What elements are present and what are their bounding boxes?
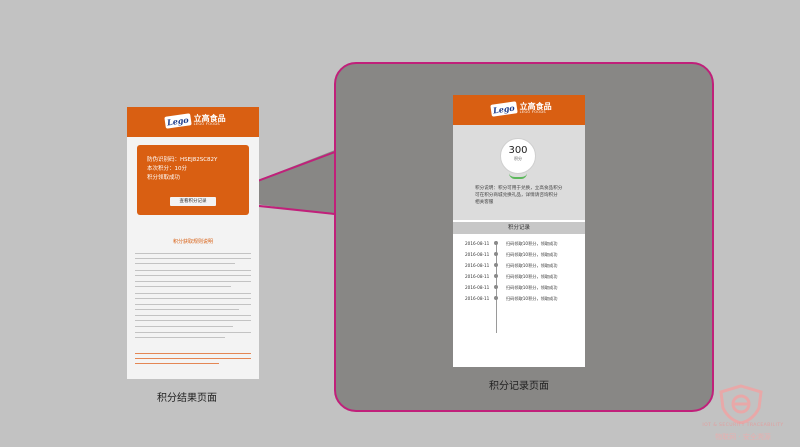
record-date: 2016-08-11 xyxy=(465,285,490,290)
record-description: 扫码领取10积分，领取成功 xyxy=(506,296,558,301)
timeline-dot xyxy=(494,296,498,300)
rules-title: 积分获取规则说明 xyxy=(172,239,213,245)
watermark-en: IOT & SECURITY TRACEABILITY xyxy=(702,423,784,428)
logo-mark: Lego xyxy=(164,113,192,129)
points-earned: 本次积分：10分 xyxy=(147,166,187,172)
brand-name-en: LEGO FOODS xyxy=(519,110,546,115)
record-date: 2016-08-11 xyxy=(465,274,490,279)
timeline-dot xyxy=(494,241,498,245)
claim-status: 积分领取成功 xyxy=(147,175,181,181)
points-unit: 积分 xyxy=(514,156,522,161)
score-progress-arc xyxy=(509,173,527,179)
left-screen-caption: 积分结果页面 xyxy=(157,393,217,404)
logo-mark: Lego xyxy=(490,101,518,117)
header-bar: Lego 立高食品 LEGO FOODS xyxy=(127,107,259,137)
watermark: IOT & SECURITY TRACEABILITY 物联网 · 安全溯源 xyxy=(690,380,800,447)
record-item: 2016-08-11 扫码领取10积分，领取成功 xyxy=(453,285,585,293)
total-points: 300 xyxy=(508,145,528,156)
brand-logo: Lego 立高食品 LEGO FOODS xyxy=(490,101,552,117)
record-description: 扫码领取10积分，领取成功 xyxy=(506,263,558,268)
score-summary: 300 积分 积分说明：积分可用于兑换，立高食品积分 可在积分商城兑换礼品，详情… xyxy=(453,125,585,220)
timeline-dot xyxy=(494,274,498,278)
record-description: 扫码领取10积分，领取成功 xyxy=(506,274,558,279)
score-badge: 300 积分 xyxy=(500,138,536,174)
record-item: 2016-08-11 扫码领取10积分，领取成功 xyxy=(453,263,585,271)
record-item: 2016-08-11 扫码领取10积分，领取成功 xyxy=(453,252,585,260)
watermark-cn: 物联网 · 安全溯源 xyxy=(715,433,771,441)
points-records-screen: Lego 立高食品 LEGO FOODS 300 积分 积分说明：积分可用于兑换… xyxy=(453,95,585,367)
record-item: 2016-08-11 扫码领取10积分，领取成功 xyxy=(453,241,585,249)
brand-name-en: LEGO FOODS xyxy=(193,122,220,127)
points-info-line-3: 相关客服 xyxy=(475,200,494,205)
record-description: 扫码领取10积分，领取成功 xyxy=(506,241,558,246)
record-date: 2016-08-11 xyxy=(465,241,490,246)
record-description: 扫码领取10积分，领取成功 xyxy=(506,285,558,290)
record-date: 2016-08-11 xyxy=(465,263,490,268)
points-info-line-2: 可在积分商城兑换礼品，详情请咨询积分 xyxy=(475,193,558,198)
timeline-dot xyxy=(494,263,498,267)
record-item: 2016-08-11 扫码领取10积分，领取成功 xyxy=(453,296,585,304)
record-description: 扫码领取10积分，领取成功 xyxy=(506,252,558,257)
timeline-dot xyxy=(494,252,498,256)
points-result-screen: Lego 立高食品 LEGO FOODS 防伪识别码：HSEJ82SC82Y 本… xyxy=(127,107,259,379)
header-bar: Lego 立高食品 LEGO FOODS xyxy=(453,95,585,125)
view-records-button[interactable]: 查看积分记录 xyxy=(170,197,216,206)
records-section-title: 积分记录 xyxy=(453,222,585,234)
record-date: 2016-08-11 xyxy=(465,252,490,257)
right-screen-caption: 积分记录页面 xyxy=(489,381,549,392)
points-info-line-1: 积分说明：积分可用于兑换，立高食品积分 xyxy=(475,186,563,191)
anti-fake-code: 防伪识别码：HSEJ82SC82Y xyxy=(147,157,218,163)
brand-logo: Lego 立高食品 LEGO FOODS xyxy=(164,113,226,129)
points-result-card: 防伪识别码：HSEJ82SC82Y 本次积分：10分 积分领取成功 查看积分记录 xyxy=(137,145,249,215)
shield-icon xyxy=(719,384,763,424)
record-date: 2016-08-11 xyxy=(465,296,490,301)
record-item: 2016-08-11 扫码领取10积分，领取成功 xyxy=(453,274,585,282)
timeline-dot xyxy=(494,285,498,289)
